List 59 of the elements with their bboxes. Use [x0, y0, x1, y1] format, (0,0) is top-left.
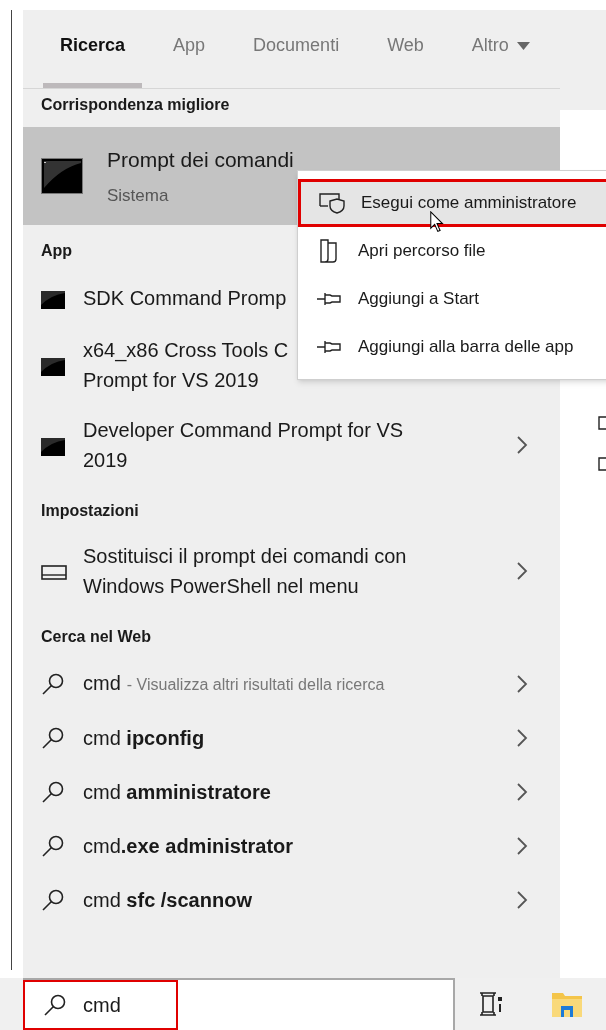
search-icon [41, 834, 65, 858]
chevron-icon [516, 783, 528, 801]
item-label: Sostituisci il prompt dei comandi con Windows PowerShell nel menu [83, 544, 407, 599]
chevron-icon [516, 562, 528, 580]
section-heading: App [41, 241, 73, 261]
result-item[interactable]: cmd ipconfig [23, 711, 560, 765]
search-icon [41, 672, 65, 696]
item-label: Developer Command Prompt for VS 2019 [83, 418, 404, 473]
item-subtitle: Sistema [107, 185, 170, 207]
chevron-icon [516, 729, 528, 747]
pin-icon [316, 291, 342, 307]
menu-item[interactable]: Esegui come amministratore [298, 179, 606, 227]
result-item[interactable]: cmd amministratore [23, 765, 560, 819]
shield-icon [319, 192, 345, 214]
result-item[interactable]: cmd.exe administrator [23, 819, 560, 873]
pin-icon [316, 339, 342, 355]
item-hint: - Visualizza altri risultati della ricerca [126, 675, 385, 695]
chevron-icon [516, 891, 528, 909]
search-icon [41, 780, 65, 804]
result-item[interactable]: cmd sfc /scannow [23, 873, 560, 927]
chevron-icon [516, 675, 528, 693]
menu-item[interactable]: Aggiungi alla barra delle app [298, 323, 606, 371]
menu-item[interactable]: Apri percorso file [298, 227, 606, 275]
chevron-icon [516, 837, 528, 855]
chevron-icon [516, 436, 528, 454]
section-heading: Corrispondenza migliore [41, 95, 230, 115]
item-label: SDK Command Promp [83, 286, 287, 311]
search-tab[interactable]: App [156, 12, 223, 88]
cursor-icon [430, 211, 444, 233]
result-item[interactable]: Developer Command Prompt for VS 2019 [23, 405, 560, 485]
document-icon [318, 239, 340, 263]
item-label: cmd sfc /scannow [83, 888, 252, 913]
terminal-icon [41, 291, 65, 309]
search-field[interactable]: cmd [23, 978, 455, 1030]
result-item[interactable]: Sostituisci il prompt dei comandi con Windows PowerShell nel menu [23, 531, 560, 611]
section-heading: Impostazioni [41, 501, 139, 521]
item-label: x64_x86 Cross Tools C Prompt for VS 2019 [83, 338, 289, 393]
terminal-icon [41, 158, 83, 194]
item-label: cmd amministratore [83, 780, 271, 805]
section-heading: Cerca nel Web [41, 627, 151, 647]
search-tab[interactable]: Altro [454, 12, 547, 88]
terminal-icon [41, 438, 65, 456]
item-title: Prompt dei comandi [107, 146, 294, 173]
search-tab[interactable]: Ricerca [43, 12, 143, 88]
item-label: cmd ipconfig [83, 726, 205, 751]
terminal-icon [41, 358, 65, 376]
item-label: cmd.exe administrator [83, 834, 294, 859]
monitor-icon [41, 565, 67, 581]
task-view-icon[interactable] [478, 991, 505, 1017]
item-label: cmd [83, 671, 121, 696]
search-icon [41, 726, 65, 750]
search-tab[interactable]: Documenti [236, 12, 357, 88]
caret-icon [516, 41, 530, 50]
folder-icon[interactable] [550, 990, 583, 1018]
search-tab[interactable]: Web [370, 12, 441, 88]
menu-item[interactable]: Aggiungi a Start [298, 275, 606, 323]
result-item[interactable]: cmd - Visualizza altri risultati della ricerca [23, 657, 560, 711]
search-icon [43, 993, 67, 1017]
search-icon [41, 888, 65, 912]
